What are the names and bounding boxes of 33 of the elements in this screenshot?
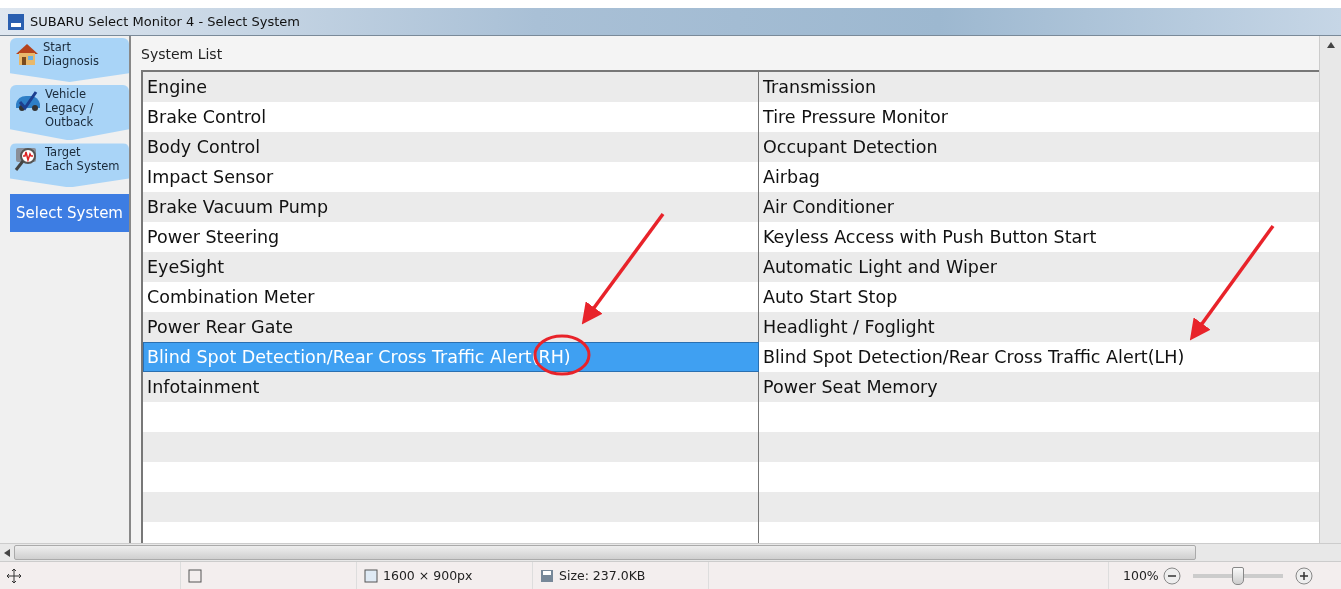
list-item[interactable]: Power Seat Memory bbox=[759, 372, 1319, 402]
app-icon bbox=[8, 13, 24, 30]
list-item[interactable]: Engine bbox=[143, 72, 759, 102]
list-item[interactable]: Occupant Detection bbox=[759, 132, 1319, 162]
zoom-in-icon[interactable] bbox=[1294, 566, 1313, 585]
move-icon bbox=[6, 567, 22, 584]
scroll-up-icon[interactable] bbox=[1326, 42, 1335, 48]
image-size-icon bbox=[363, 567, 379, 584]
sidebar-item[interactable]: Target Each System bbox=[10, 143, 129, 188]
window-title: SUBARU Select Monitor 4 - Select System bbox=[30, 14, 300, 29]
sidebar-item[interactable]: Start Diagnosis bbox=[10, 38, 129, 82]
list-item[interactable]: Air Conditioner bbox=[759, 192, 1319, 222]
vertical-scrollbar[interactable] bbox=[1319, 36, 1341, 543]
house-icon bbox=[14, 41, 40, 67]
list-item[interactable]: EyeSight bbox=[143, 252, 759, 282]
sidebar-item[interactable]: Vehicle Legacy / Outback bbox=[10, 85, 129, 141]
zoom-out-icon[interactable] bbox=[1162, 566, 1181, 585]
list-title: System List bbox=[141, 46, 224, 64]
zoom-level: 100% bbox=[1123, 568, 1159, 583]
list-item[interactable]: Infotainment bbox=[143, 372, 759, 402]
list-item[interactable]: Body Control bbox=[143, 132, 759, 162]
scroll-left-icon[interactable] bbox=[4, 548, 10, 557]
image-dimensions: 1600 × 900px bbox=[383, 568, 473, 583]
selection-icon bbox=[187, 567, 203, 584]
list-item[interactable]: Transmission bbox=[759, 72, 1319, 102]
horizontal-scrollbar[interactable] bbox=[0, 543, 1341, 561]
sidebar-item[interactable]: Select System bbox=[10, 194, 129, 233]
list-item[interactable]: Automatic Light and Wiper bbox=[759, 252, 1319, 282]
list-item[interactable]: Headlight / Foglight bbox=[759, 312, 1319, 342]
file-size: Size: 237.0KB bbox=[559, 568, 646, 583]
list-item[interactable]: Brake Vacuum Pump bbox=[143, 192, 759, 222]
list-item[interactable]: Power Rear Gate bbox=[143, 312, 759, 342]
zoom-slider-thumb[interactable] bbox=[1231, 566, 1244, 585]
